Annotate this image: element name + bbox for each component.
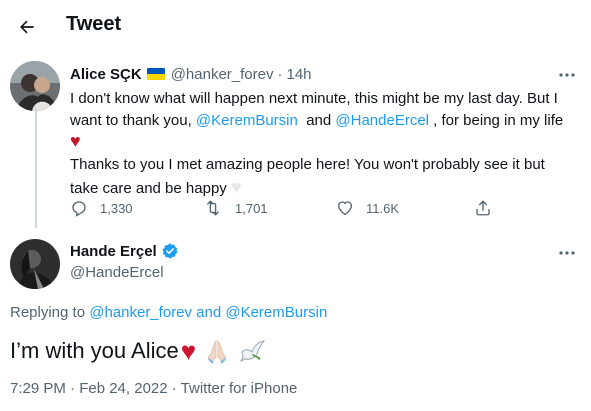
arrow-left-icon [20,20,34,34]
like-count: 11.6K [366,200,400,216]
mention-handeercel[interactable]: @HandeErcel [335,112,429,129]
more-horizontal-icon [559,251,575,255]
red-heart-icon: ♥ [180,336,197,366]
share-button[interactable] [474,199,504,217]
reply-bubble-icon [72,201,86,217]
header: Tweet [0,0,591,52]
red-heart-icon: ♥ [70,131,81,151]
thread-line [35,108,37,228]
replying-prefix: Replying to [10,304,90,321]
tweet1-header: Alice SÇK @hanker_forev · 14h [70,64,312,84]
ukraine-flag-icon [146,68,165,80]
share-icon [476,200,490,216]
tweet1-more-button[interactable] [556,66,578,84]
retweet-count: 1,701 [235,200,268,216]
heart-outline-icon [337,201,353,216]
tweet1-line: Thanks to you I met amazing people here!… [70,156,545,173]
retweet-icon [207,200,219,216]
avatar-alice[interactable] [10,61,60,111]
replying-to: Replying to @hanker_forev and @KeremBurs… [10,304,327,321]
more-horizontal-icon [559,73,575,77]
tweet2-author-name[interactable]: Hande Erçel [70,243,157,260]
like-button[interactable]: 11.6K [336,199,474,217]
separator-dot: · [277,65,283,83]
tweet1-author-name[interactable]: Alice SÇK [70,66,142,83]
tweet2-timestamp-source[interactable]: 7:29 PM · Feb 24, 2022 · Twitter for iPh… [10,380,297,397]
praying-hands-icon [204,338,230,364]
back-button[interactable] [10,10,44,44]
verified-badge-icon [161,242,179,260]
tweet1-actions: 1,330 1,701 11.6K [70,194,510,222]
tweet1-line: want to thank you, @KeremBursin and @Han… [70,110,575,132]
reply-button[interactable]: 1,330 [70,199,203,217]
page-title: Tweet [66,13,122,35]
retweet-button[interactable]: 1,701 [203,199,336,217]
mention-keremburs[interactable]: @KeremBursin [196,112,298,129]
tweet1-line: I don't know what will happen next minut… [70,90,558,107]
tweet2-body: I’m with you Alice [10,338,179,363]
tweet2-header: Hande Erçel [70,242,179,260]
avatar-hande[interactable] [10,239,60,289]
text-span: want to thank you, [70,112,196,129]
tweet2-text: I’m with you Alice ♥ [10,336,266,366]
tweet2-more-button[interactable] [556,244,578,262]
dove-icon [238,338,266,364]
reply-count: 1,330 [100,200,133,216]
tweet1-handle[interactable]: @hanker_forev [171,66,274,83]
tweet1-time[interactable]: 14h [286,66,311,83]
tweet2-handle[interactable]: @HandeErcel [70,264,164,281]
tweet1-text: I don't know what will happen next minut… [70,88,575,200]
text-span: , for being in my life [429,112,564,129]
text-span: and [297,112,336,129]
tweet1-line: ♥ [70,132,575,154]
replying-users-link[interactable]: @hanker_forev and @KeremBursin [89,304,327,321]
